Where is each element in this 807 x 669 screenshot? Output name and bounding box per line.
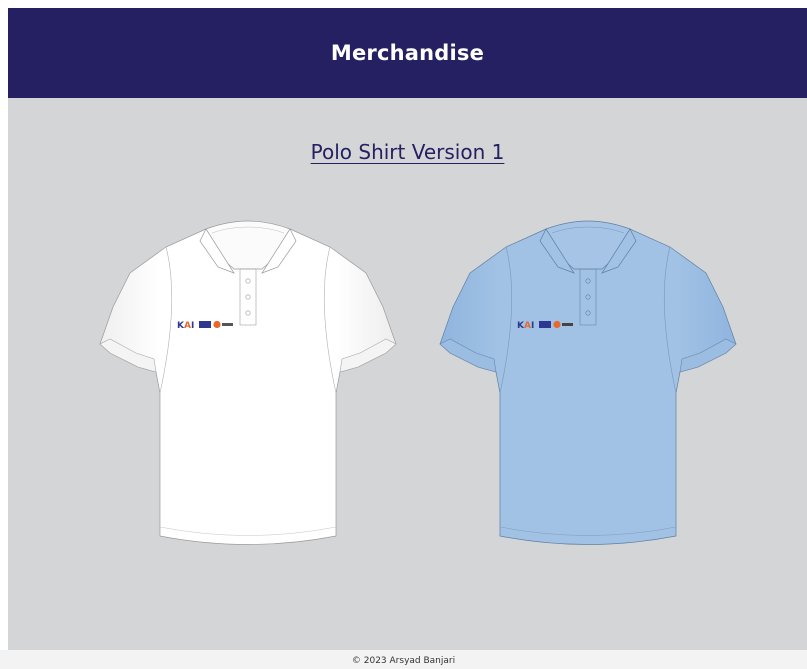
svg-text:A: A (184, 321, 191, 331)
page: Merchandise Polo Shirt Version 1 K A I K… (0, 0, 807, 669)
blue-polo-shirt-image: K A I (428, 211, 748, 561)
copyright-text: © 2023 Arsyad Banjari (351, 656, 456, 666)
product-title-link[interactable]: Polo Shirt Version 1 (311, 140, 505, 164)
svg-text:I: I (531, 321, 534, 331)
page-title: Merchandise (330, 41, 485, 65)
site-header: Merchandise (8, 8, 807, 98)
white-polo-shirt-image: K A I (88, 211, 408, 561)
top-strip (0, 0, 807, 8)
svg-text:I: I (191, 321, 194, 331)
main-content: Polo Shirt Version 1 K A I K A I (8, 98, 807, 650)
white-polo-shirt-graphic: K A I (99, 220, 397, 545)
blue-polo-shirt-graphic: K A I (439, 220, 737, 545)
svg-text:A: A (524, 321, 531, 331)
site-footer: © 2023 Arsyad Banjari (0, 650, 807, 669)
product-title: Polo Shirt Version 1 (8, 140, 807, 164)
